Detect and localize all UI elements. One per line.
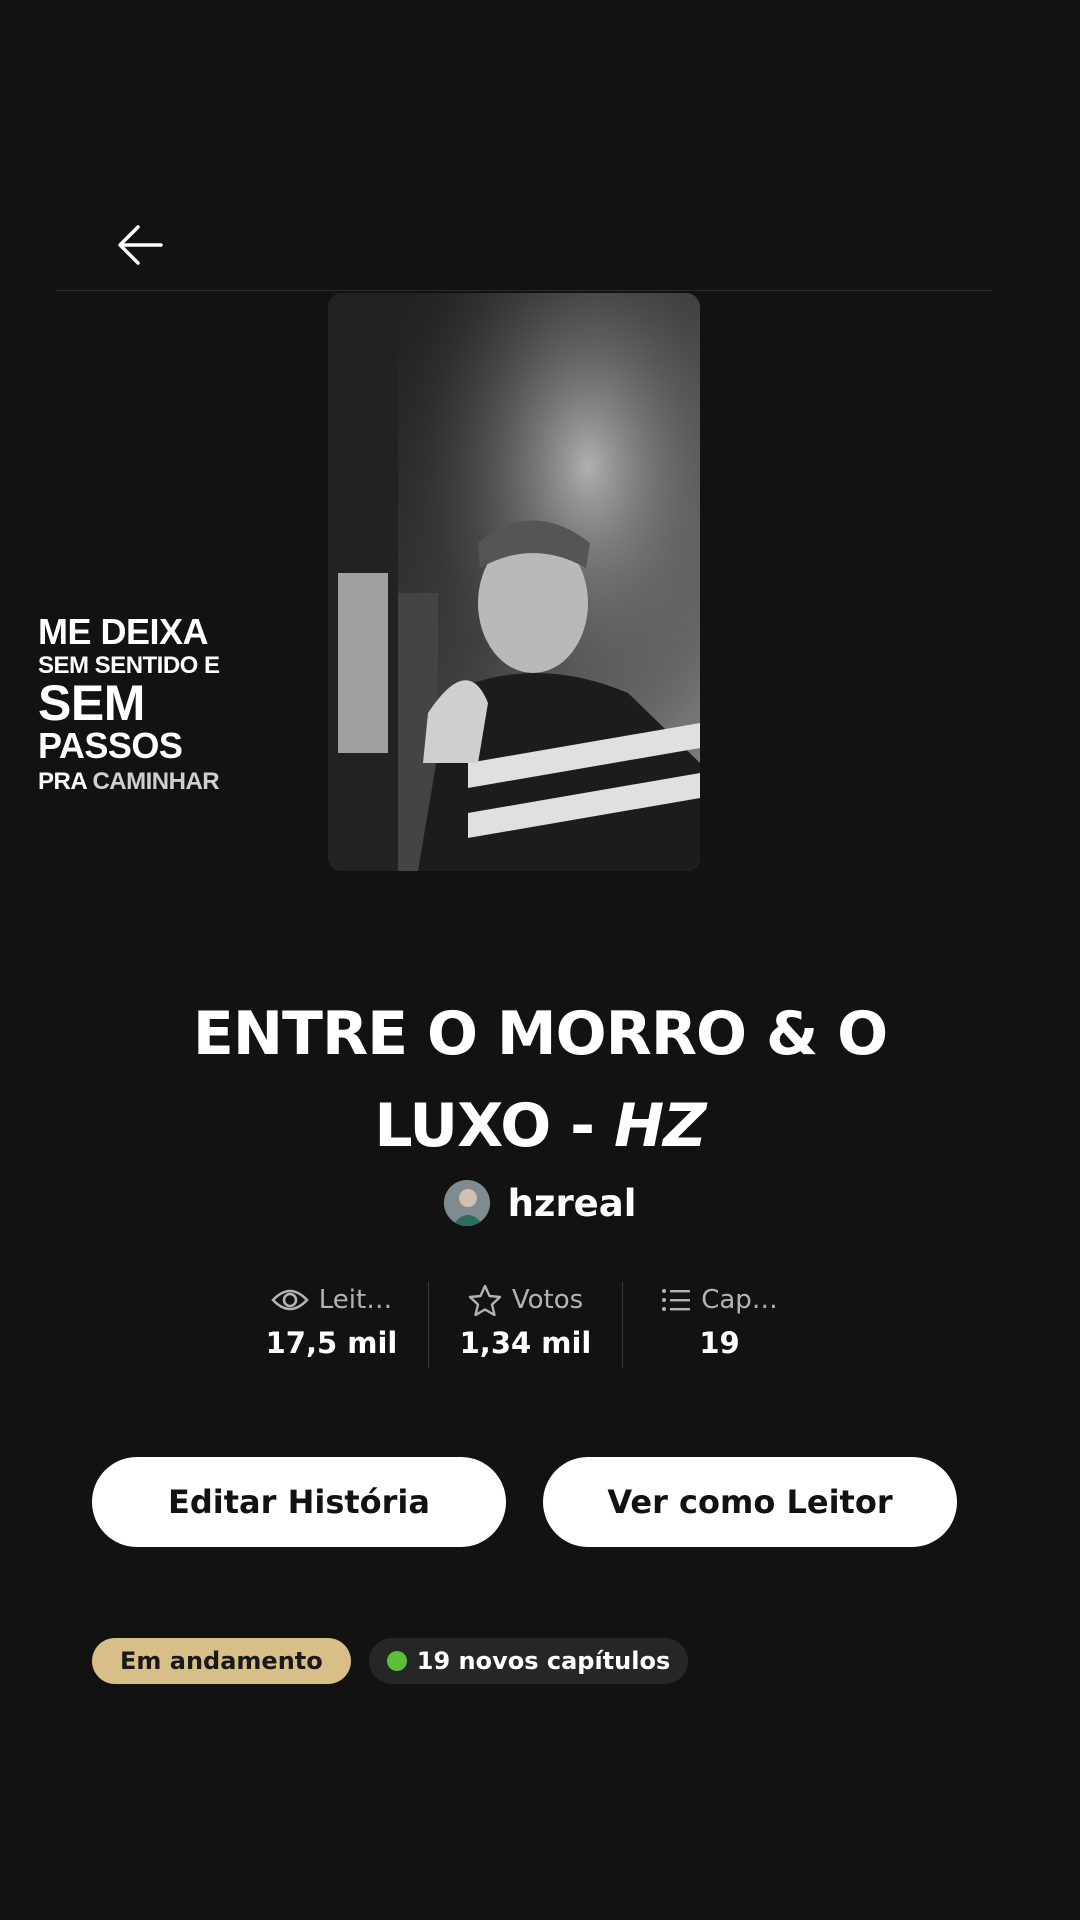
- stat-votes-label: Votos: [511, 1285, 584, 1315]
- top-bar: [55, 198, 993, 291]
- arrow-left-icon: [118, 225, 163, 265]
- story-details-screen: ME DEIXA SEM SENTIDO E SEM PASSOS PRA CA…: [0, 0, 1080, 1920]
- quote-line-3: SEM: [38, 675, 145, 731]
- cover-overlay-quote: ME DEIXA SEM SENTIDO E SEM PASSOS PRA CA…: [38, 614, 268, 794]
- quote-line-5-part-a: PRA: [38, 768, 93, 795]
- star-icon: [468, 1284, 502, 1316]
- stat-chapters: Cap… 19: [623, 1278, 816, 1368]
- avatar[interactable]: [443, 1180, 490, 1226]
- story-tags: Em andamento 19 novos capítulos: [92, 1638, 689, 1684]
- list-icon: [662, 1289, 691, 1311]
- stat-reads-value: 17,5 mil: [265, 1326, 398, 1360]
- new-indicator-dot: [386, 1651, 407, 1671]
- new-chapters-label: 19 novos capítulos: [416, 1647, 671, 1675]
- view-as-reader-button[interactable]: Ver como Leitor: [543, 1457, 957, 1547]
- new-chapters-badge: 19 novos capítulos: [368, 1638, 689, 1684]
- avatar-image: [443, 1180, 490, 1226]
- stat-votes: Votos 1,34 mil: [429, 1278, 622, 1368]
- stat-votes-value: 1,34 mil: [459, 1326, 592, 1360]
- quote-line-1: ME DEIXA: [38, 611, 209, 652]
- story-title-main: ENTRE O MORRO & O LUXO -: [192, 999, 888, 1161]
- back-button[interactable]: [112, 217, 168, 273]
- story-cover-image[interactable]: [328, 293, 700, 871]
- story-title: ENTRE O MORRO & O LUXO - HZ: [140, 988, 940, 1172]
- stat-reads: Leit… 17,5 mil: [235, 1278, 428, 1368]
- story-title-italic: HZ: [613, 1091, 707, 1161]
- quote-line-5: PRA CAMINHAR: [38, 770, 268, 794]
- stat-chapters-value: 19: [699, 1326, 740, 1360]
- author-name[interactable]: hzreal: [508, 1182, 637, 1225]
- cover-photo: [328, 293, 700, 871]
- quote-line-4: PASSOS: [38, 725, 183, 766]
- story-stats: Leit… 17,5 mil Votos 1,34 mil Cap… 19: [235, 1278, 850, 1368]
- stat-reads-label: Leit…: [318, 1285, 393, 1315]
- status-badge: Em andamento: [92, 1638, 351, 1684]
- quote-line-5-part-b: CAMINHAR: [92, 768, 220, 795]
- stat-chapters-label: Cap…: [701, 1285, 778, 1315]
- author-row[interactable]: hzreal: [0, 1180, 1080, 1226]
- edit-story-button[interactable]: Editar História: [92, 1457, 506, 1547]
- eye-icon: [270, 1289, 309, 1311]
